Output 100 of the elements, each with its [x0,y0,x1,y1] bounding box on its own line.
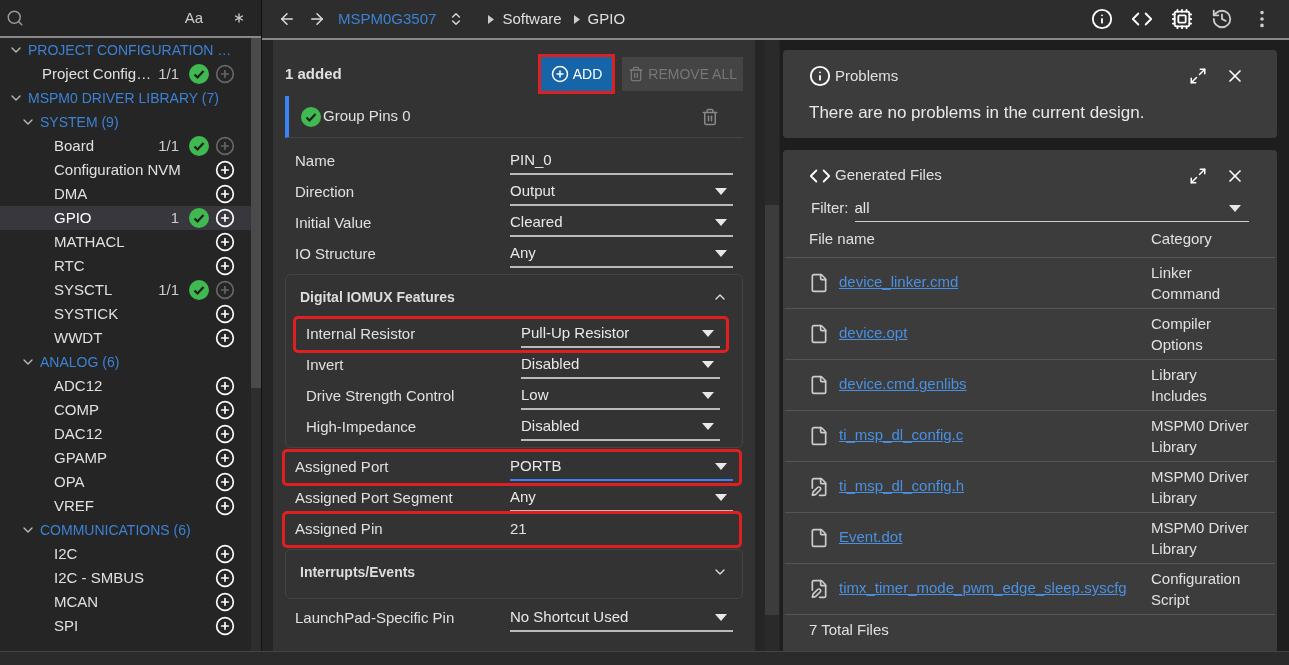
tree-item[interactable]: I2C - SMBUS [0,566,251,590]
column-header: File name [809,228,876,249]
tree-item[interactable]: I2C [0,542,251,566]
tree-item[interactable]: OPA [0,470,251,494]
item-label: SYSCTL [54,279,114,300]
tree-group[interactable]: ANALOG (6) [0,350,251,374]
filter-dropdown[interactable]: all [854,195,1249,222]
panel-title: Problems [835,65,900,86]
dropdown-caret-icon [715,188,727,195]
dropdown-caret-icon [1229,204,1241,212]
breadcrumb-item[interactable]: GPIO [587,7,626,31]
expand-icon[interactable] [1189,166,1207,185]
dropdown-field[interactable]: Output [510,179,733,206]
item-count: 1 [170,207,179,228]
file-icon [809,425,829,446]
tree-item[interactable]: SYSTICK [0,302,251,326]
forward-arrow-icon[interactable] [308,10,326,28]
breadcrumb-arrow-icon [488,14,495,24]
item-label: Project Config… [42,63,153,84]
group-label: MSPM0 DRIVER LIBRARY (7) [28,88,219,108]
tree-item[interactable]: GPIO 1 [0,206,251,230]
dropdown-field[interactable]: Cleared [510,210,733,237]
file-icon [809,323,829,344]
tree-item[interactable]: VREF [0,494,251,518]
history-icon[interactable] [1211,8,1233,30]
tree-item[interactable]: DMA [0,182,251,206]
expand-icon[interactable] [1189,67,1207,85]
breadcrumb-item[interactable]: Software [502,7,562,31]
dropdown-field[interactable]: Disabled [521,352,720,379]
problems-message: There are no problems in the current design. [809,102,1146,124]
tree-group[interactable]: SYSTEM (9) [0,110,251,134]
dropdown-caret-icon [702,423,714,430]
search-icon[interactable] [6,9,24,27]
edited-file-icon [809,476,829,497]
file-icon [809,527,829,548]
field-label: LaunchPad-Specific Pin [294,608,456,629]
tree-item[interactable]: DAC12 [0,422,251,446]
category-cell-text: Configuration Script [1151,568,1242,610]
scrollbar-thumb[interactable] [765,205,779,615]
dropdown-field[interactable]: Pull-Up Resistor [521,321,720,348]
dropdown-caret-icon [715,494,727,501]
section-header[interactable]: Digital IOMUX Features [286,275,742,319]
match-case-toggle[interactable]: Aa [184,6,203,30]
dropdown-field[interactable]: PORTB [510,454,733,481]
category-cell-text: MSPM0 Driver Library [1151,466,1250,508]
group-label: SYSTEM (9) [40,112,119,132]
dropdown-field[interactable]: Any [510,241,733,268]
field-label: Internal Resistor [305,324,417,345]
item-label: DAC12 [54,423,104,444]
chip-icon[interactable] [1171,8,1193,30]
item-count: 1/1 [158,135,179,156]
instance-row[interactable]: Group Pins 0 [285,96,743,138]
scrollbar-thumb[interactable] [251,38,261,388]
tree-item[interactable]: GPAMP [0,446,251,470]
tree-item[interactable]: Board 1/1 [0,134,251,158]
info-icon[interactable] [1091,8,1113,30]
device-link[interactable]: MSPM0G3507 [338,7,437,31]
field-label: Assigned Port [294,457,390,478]
item-label: SYSTICK [54,303,120,324]
item-label: I2C - SMBUS [54,567,145,588]
dropdown-caret-icon [715,463,727,470]
tree-item[interactable]: WWDT [0,326,251,350]
item-label: Board [54,135,96,156]
breadcrumb-arrow-icon [573,14,580,24]
tree-item[interactable]: MCAN [0,590,251,614]
category-cell-text: Linker Command [1151,262,1222,304]
field-label: Drive Strength Control [305,386,456,407]
tree-group[interactable]: COMMUNICATIONS (6) [0,518,251,542]
tree-group[interactable]: PROJECT CONFIGURATION … [0,38,251,62]
dropdown-caret-icon [715,250,727,257]
tree-item[interactable]: SYSCTL 1/1 [0,278,251,302]
dropdown-caret-icon [702,330,714,337]
field-label: Direction [294,182,356,203]
section-header[interactable]: Interrupts/Events [286,550,742,594]
category-cell-text: Compiler Options [1151,313,1212,355]
item-label: RTC [54,255,86,276]
tree-item[interactable]: Configuration NVM [0,158,251,182]
item-label: OPA [54,471,86,492]
dropdown-field[interactable]: Disabled [521,414,720,441]
tree-item[interactable]: ADC12 [0,374,251,398]
tree-item[interactable]: RTC [0,254,251,278]
input-field[interactable]: PIN_0 [510,148,733,175]
dropdown-field[interactable]: No Shortcut Used [510,605,733,632]
add-button[interactable]: ADD [540,57,613,91]
dropdown-field[interactable]: Low [521,383,720,410]
dropdown-field[interactable]: Any [510,485,733,512]
tree-item[interactable]: SPI [0,614,251,638]
item-label: VREF [54,495,95,516]
delete-icon[interactable] [701,107,719,126]
dropdown-caret-icon [715,219,727,226]
item-label: Configuration NVM [54,159,182,180]
tree-item[interactable]: COMP [0,398,251,422]
dropdown-caret-icon [702,361,714,368]
field-label: Assigned Pin [294,519,384,540]
tree-group[interactable]: MSPM0 DRIVER LIBRARY (7) [0,86,251,110]
field-value: 21 [510,519,527,540]
field-label: IO Structure [294,244,377,265]
file-icon [809,272,829,293]
tree-item[interactable]: MATHACL [0,230,251,254]
tree-item[interactable]: Project Config… 1/1 [0,62,251,86]
